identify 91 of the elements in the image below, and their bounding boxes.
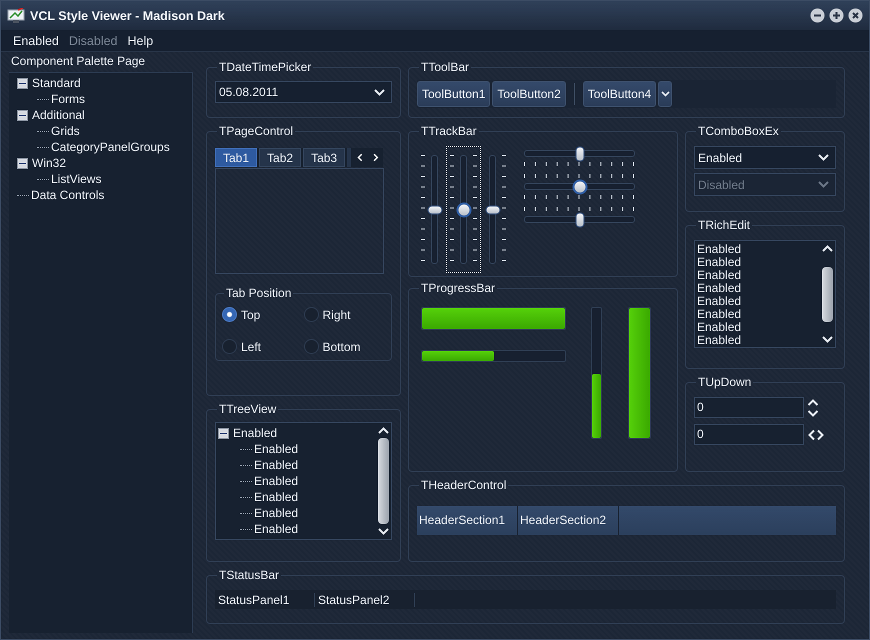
collapse-icon[interactable]	[17, 78, 28, 88]
text-line: Enabled	[697, 334, 742, 347]
chevron-down-icon	[660, 91, 670, 97]
tab[interactable]: Tab1	[215, 148, 258, 167]
chevron-left-icon[interactable]	[357, 152, 364, 163]
radio-label: Left	[241, 340, 262, 354]
tool-button[interactable]: ToolButton1	[417, 81, 490, 107]
chevron-right-icon[interactable]	[373, 152, 379, 163]
group-title: TComboBoxEx	[697, 124, 780, 138]
text-line: Enabled	[697, 308, 742, 321]
text-line: Enabled	[697, 256, 742, 269]
header-section[interactable]: HeaderSection2	[518, 506, 619, 535]
slider-thumb[interactable]	[428, 206, 441, 213]
scroll-down-icon[interactable]	[822, 336, 832, 343]
tree-item[interactable]: Data Controls	[31, 188, 104, 202]
window-title: VCL Style Viewer - Madison Dark	[30, 8, 225, 22]
tree-item[interactable]: Enabled	[254, 490, 298, 504]
combo-box[interactable]: Enabled	[694, 146, 836, 169]
status-panel: StatusPanel1	[215, 592, 315, 606]
radio-button[interactable]	[304, 307, 318, 322]
slider-thumb[interactable]	[576, 213, 583, 226]
menu-item[interactable]: Help	[128, 34, 154, 48]
text-line: Enabled	[697, 282, 742, 295]
tree-item[interactable]: Grids	[51, 124, 80, 138]
tab[interactable]: Tab3	[303, 148, 346, 167]
group-title: TUpDown	[697, 375, 752, 389]
tree-item[interactable]: Enabled	[233, 426, 278, 440]
scroll-up-icon[interactable]	[822, 245, 832, 252]
rich-edit-field[interactable]: Enabled Enabled Enabled Enabled Enabled Enabled Enabled Enabled	[694, 240, 836, 348]
radio-label: Bottom	[322, 340, 361, 354]
group-title: TPageControl	[218, 124, 294, 138]
group-title: TRichEdit	[697, 218, 752, 232]
minimize-icon[interactable]	[810, 8, 825, 23]
header-section[interactable]: HeaderSection1	[417, 506, 518, 535]
chevron-down-icon	[818, 181, 829, 188]
radio-button[interactable]	[222, 339, 237, 354]
scroll-down-icon[interactable]	[378, 528, 388, 535]
tool-button[interactable]: ToolButton2	[492, 81, 566, 107]
tool-button[interactable]: ToolButton4	[582, 81, 656, 107]
up-down-arrows-icon[interactable]	[807, 398, 819, 418]
text-line: Enabled	[697, 269, 742, 282]
group-title: TProgressBar	[420, 281, 496, 295]
text-line: Enabled	[697, 321, 742, 334]
tab[interactable]: Tab2	[259, 148, 302, 167]
group-title: TTreeView	[218, 402, 278, 416]
tree-item[interactable]: ListViews	[51, 172, 102, 186]
chevron-down-icon	[818, 154, 829, 161]
radio-label: Top	[241, 308, 260, 322]
menu-item[interactable]: Enabled	[13, 34, 59, 48]
overflow-button[interactable]	[658, 81, 672, 107]
left-right-arrows-icon[interactable]	[807, 428, 825, 440]
tree-item[interactable]: Win32	[32, 156, 66, 170]
slider-thumb[interactable]	[486, 206, 499, 213]
group-title: TDateTimePicker	[218, 60, 312, 74]
close-icon[interactable]	[848, 8, 863, 23]
collapse-icon[interactable]	[17, 158, 28, 168]
radio-button[interactable]	[222, 307, 237, 322]
scroll-up-icon[interactable]	[378, 427, 388, 434]
palette-title: Component Palette Page	[10, 53, 146, 70]
radio-label: Right	[322, 308, 351, 322]
group-title: TStatusBar	[218, 568, 280, 582]
tree-item[interactable]: Standard	[32, 76, 81, 90]
text-line: Enabled	[697, 295, 742, 308]
date-picker[interactable]: 05.08.2011	[215, 81, 392, 103]
tree-item[interactable]: Enabled	[254, 442, 298, 456]
chevron-down-icon	[374, 88, 385, 96]
slider-thumb[interactable]	[576, 147, 583, 160]
group-title: Tab Position	[225, 286, 292, 300]
status-panel: StatusPanel2	[315, 592, 415, 606]
scrollbar-thumb[interactable]	[378, 438, 388, 524]
tree-item[interactable]: Forms	[51, 92, 85, 106]
tree-item[interactable]: Enabled	[254, 458, 298, 472]
number-field[interactable]: 0	[694, 424, 804, 445]
radio-button[interactable]	[304, 339, 318, 354]
group-title: TToolBar	[420, 60, 470, 74]
number-field[interactable]: 0	[694, 397, 804, 418]
tree-item[interactable]: Enabled	[254, 522, 298, 536]
maximize-icon[interactable]	[829, 8, 844, 23]
collapse-icon[interactable]	[17, 110, 28, 120]
tree-item[interactable]: CategoryPanelGroups	[51, 140, 170, 154]
group-title: THeaderControl	[420, 478, 508, 492]
scrollbar-thumb[interactable]	[822, 266, 832, 322]
tree-item[interactable]: Enabled	[254, 506, 298, 520]
text-line: Enabled	[697, 243, 742, 256]
tree-item[interactable]: Enabled	[254, 474, 298, 488]
slider-thumb[interactable]	[458, 204, 469, 215]
tree-item[interactable]: Additional	[32, 108, 85, 122]
slider-thumb[interactable]	[574, 181, 585, 192]
group-title: TTrackBar	[420, 124, 478, 138]
collapse-icon[interactable]	[218, 428, 229, 438]
monitor-icon	[7, 8, 25, 24]
